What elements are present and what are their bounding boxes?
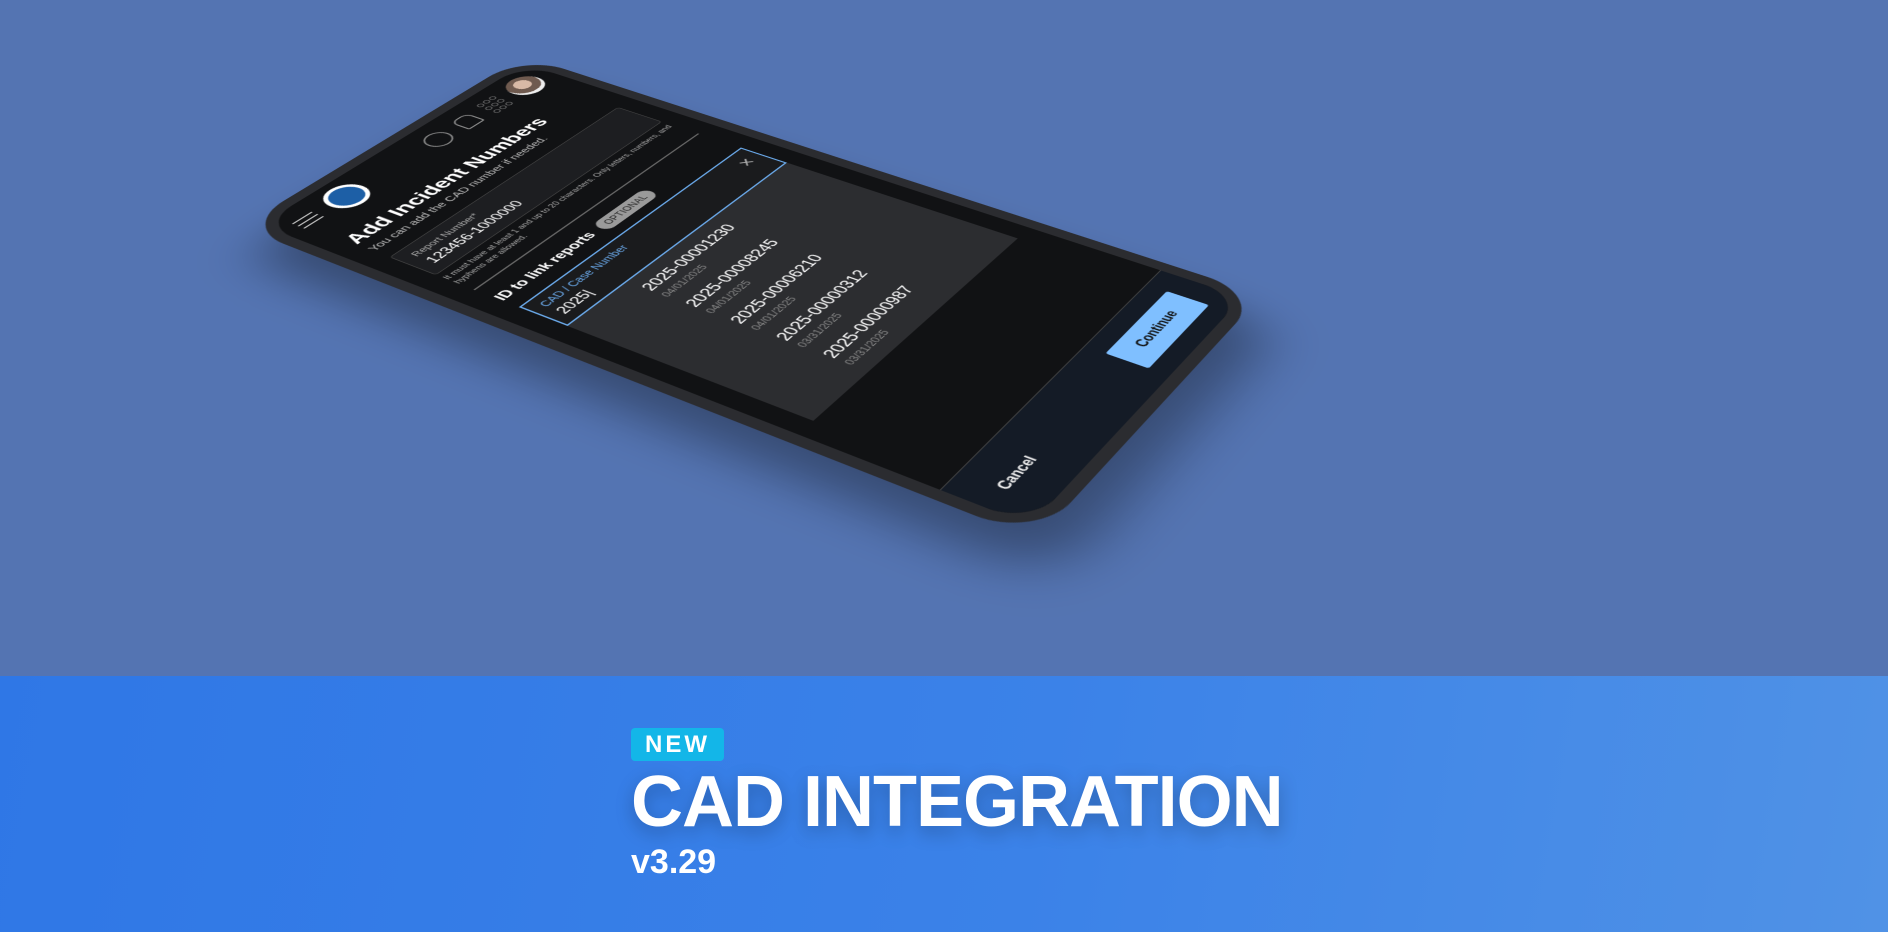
continue-button[interactable]: Continue: [1105, 291, 1209, 368]
phone-device: Add Incident Numbers You can add the CAD…: [241, 56, 1263, 540]
form-footer: Cancel Continue: [940, 270, 1243, 525]
promo-headline: CAD INTEGRATION: [631, 765, 1283, 841]
bell-icon[interactable]: [450, 113, 485, 129]
avatar[interactable]: [498, 73, 553, 99]
apps-grid-icon[interactable]: [475, 96, 512, 113]
phone-screen: Add Incident Numbers You can add the CAD…: [261, 64, 1244, 525]
cancel-button[interactable]: Cancel: [994, 454, 1042, 492]
new-badge: NEW: [631, 728, 724, 761]
promo-block: NEW CAD INTEGRATION v3.29: [631, 728, 1283, 882]
hamburger-icon[interactable]: [292, 212, 324, 229]
cloud-icon[interactable]: [417, 129, 459, 149]
version-label: v3.29: [631, 843, 1283, 882]
agency-logo-icon: [313, 180, 379, 213]
